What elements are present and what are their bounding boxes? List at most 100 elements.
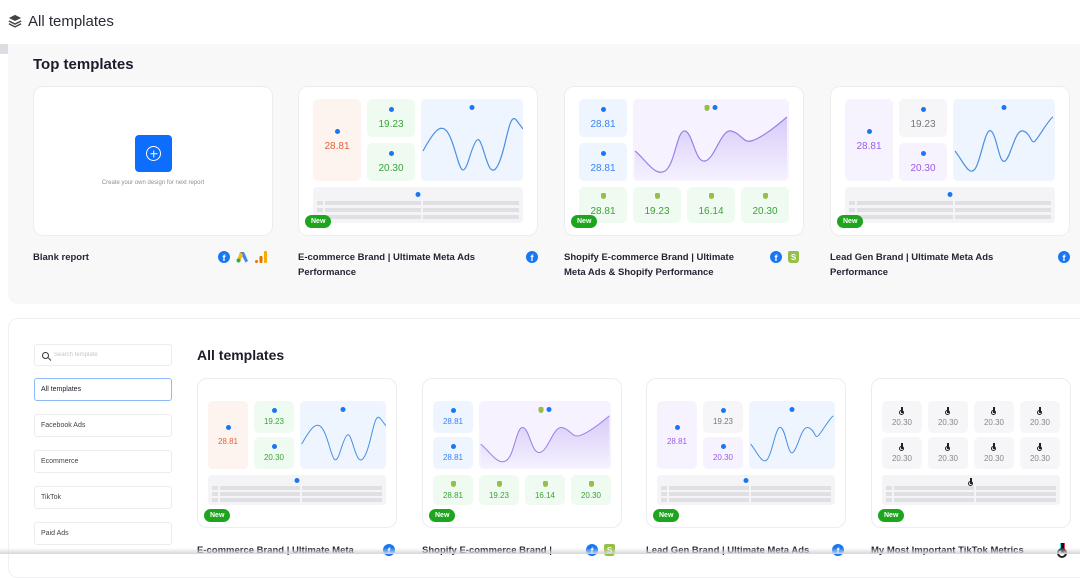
- metric-value: 28.81: [667, 438, 687, 446]
- metric-value: 28.81: [218, 438, 238, 446]
- metric-value: 28.81: [590, 164, 615, 174]
- filter-ecommerce[interactable]: Ecommerce: [34, 450, 172, 473]
- shopify-icon: [763, 193, 768, 199]
- card-title[interactable]: Blank report: [33, 250, 89, 265]
- template-card-shopify[interactable]: 28.81 28.81 28.81 19.23 16.14 20.30 New: [564, 86, 804, 236]
- metric-tile: 20.30: [899, 143, 947, 181]
- page-title: All templates: [28, 13, 114, 30]
- facebook-icon: [451, 408, 456, 413]
- metric-tile: 20.30: [703, 437, 743, 469]
- facebook-icon: [272, 408, 277, 413]
- metric-value: 20.30: [713, 454, 733, 462]
- facebook-icon: [335, 129, 340, 134]
- plus-circle-icon: [146, 146, 161, 161]
- metric-value: 20.30: [752, 207, 777, 217]
- tiktok-icon: [991, 407, 997, 414]
- layers-icon: [8, 14, 22, 28]
- metric-value: 28.81: [856, 142, 881, 152]
- metric-tile: 16.14: [525, 475, 565, 505]
- facebook-icon: [948, 192, 953, 197]
- card-title[interactable]: Lead Gen Brand | Ultimate Meta Ads Perfo…: [830, 250, 1020, 280]
- facebook-icon: f: [770, 251, 782, 263]
- card-title[interactable]: Shopify E-commerce Brand | Ultimate Meta…: [564, 250, 754, 280]
- google-analytics-icon: [255, 251, 267, 263]
- metric-value: 20.30: [938, 419, 958, 427]
- shopify-icon: [601, 193, 606, 199]
- metric-tile: 20.30: [882, 401, 922, 433]
- filter-all-templates[interactable]: All templates: [34, 378, 172, 401]
- blank-report-card[interactable]: Create your own design for next report: [33, 86, 273, 236]
- source-icons: f: [218, 251, 267, 263]
- metric-value: 20.30: [892, 455, 912, 463]
- metric-value: 19.23: [644, 207, 669, 217]
- metric-tile: 19.23: [633, 187, 681, 223]
- template-card-shopify[interactable]: 28.81 28.81 28.81 19.23 16.14 20.30 New: [422, 378, 622, 528]
- tiktok-icon: [945, 443, 951, 450]
- metric-value: 16.14: [535, 492, 555, 500]
- facebook-icon: [921, 107, 926, 112]
- bottom-fade: [0, 548, 1080, 554]
- tiktok-icon: [968, 478, 974, 485]
- template-card-ecommerce[interactable]: 28.81 19.23 20.30 New: [197, 378, 397, 528]
- metric-value: 20.30: [892, 419, 912, 427]
- facebook-icon: [921, 151, 926, 156]
- area-chart-preview: [633, 99, 789, 181]
- facebook-icon: [226, 425, 231, 430]
- metric-tile: 20.30: [928, 437, 968, 469]
- filter-facebook-ads[interactable]: Facebook Ads: [34, 414, 172, 437]
- tiktok-icon: [945, 407, 951, 414]
- line-chart-preview: [953, 99, 1055, 181]
- scroll-indicator: [0, 44, 8, 54]
- facebook-icon: [675, 425, 680, 430]
- facebook-icon: [721, 408, 726, 413]
- shopify-icon: [543, 481, 548, 487]
- metric-tile: 28.81: [313, 99, 361, 181]
- blank-hint: Create your own design for next report: [34, 180, 272, 186]
- line-chart-preview: [300, 401, 386, 469]
- new-badge: New: [429, 509, 455, 522]
- template-card-tiktok[interactable]: 20.3020.3020.3020.3020.3020.3020.3020.30…: [871, 378, 1071, 528]
- top-bar: All templates: [0, 0, 1080, 42]
- create-report-button[interactable]: [135, 135, 172, 172]
- facebook-icon: [721, 444, 726, 449]
- template-card-lead-gen[interactable]: 28.81 19.23 20.30 New: [646, 378, 846, 528]
- card-title[interactable]: E-commerce Brand | Ultimate Meta Ads Per…: [298, 250, 498, 280]
- template-card-ecommerce[interactable]: 28.81 19.23 20.30 New: [298, 86, 538, 236]
- source-icons: f: [1058, 251, 1070, 263]
- metric-tile: 28.81: [433, 401, 473, 433]
- facebook-icon: [867, 129, 872, 134]
- new-badge: New: [653, 509, 679, 522]
- new-badge: New: [204, 509, 230, 522]
- metric-value: 20.30: [264, 454, 284, 462]
- shopify-icon: [497, 481, 502, 487]
- metric-tile: 19.23: [479, 475, 519, 505]
- table-preview: [882, 475, 1060, 505]
- metric-value: 16.14: [698, 207, 723, 217]
- facebook-icon: [601, 151, 606, 156]
- metric-tile: 19.23: [899, 99, 947, 137]
- filter-paid-ads[interactable]: Paid Ads: [34, 522, 172, 545]
- metric-value: 20.30: [984, 419, 1004, 427]
- metric-tile: 20.30: [928, 401, 968, 433]
- metric-value: 28.81: [443, 454, 463, 462]
- filter-tiktok[interactable]: TikTok: [34, 486, 172, 509]
- facebook-icon: [744, 478, 749, 483]
- template-card-lead-gen[interactable]: 28.81 19.23 20.30 New: [830, 86, 1070, 236]
- all-templates-heading: All templates: [197, 347, 284, 363]
- metric-value: 28.81: [443, 418, 463, 426]
- metric-tile: 19.23: [254, 401, 294, 433]
- search-field[interactable]: [34, 344, 172, 366]
- metric-value: 28.81: [443, 492, 463, 500]
- metric-value: 20.30: [984, 455, 1004, 463]
- metric-tile: 20.30: [974, 401, 1014, 433]
- line-chart-preview: [749, 401, 835, 469]
- table-preview: [208, 475, 386, 505]
- metric-value: 19.23: [264, 418, 284, 426]
- metric-value: 19.23: [489, 492, 509, 500]
- facebook-icon: [451, 444, 456, 449]
- top-templates-heading: Top templates: [33, 56, 134, 73]
- shopify-icon: [451, 481, 456, 487]
- source-icons: f: [526, 251, 538, 263]
- metric-value: 20.30: [1030, 455, 1050, 463]
- search-input[interactable]: [54, 352, 154, 358]
